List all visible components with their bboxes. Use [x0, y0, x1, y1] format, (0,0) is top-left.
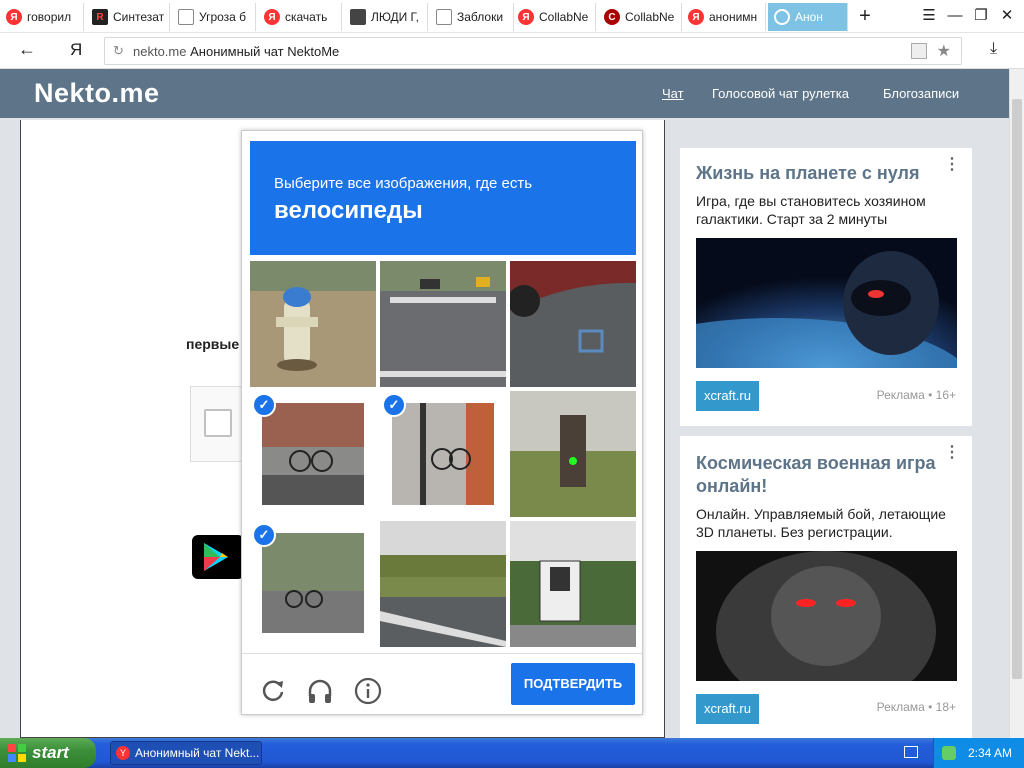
browser-tab[interactable]: R Синтезат [86, 3, 170, 31]
collabnet-icon: C [604, 9, 620, 25]
system-tray: 2:34 AM [933, 738, 1024, 768]
url-domain: nekto.me [133, 44, 187, 59]
captcha-tile-3[interactable] [510, 261, 636, 387]
ad-meta: Реклама • 18+ [876, 700, 956, 714]
taskbar-task-label: Анонимный чат Nekt... [135, 746, 260, 760]
taskbar-task-browser[interactable]: Y Анонимный чат Nekt... [110, 741, 262, 765]
address-bar-row: ← Я ↻ nekto.me Анонимный чат NektoMe ★ ⤓ [0, 33, 1024, 69]
captcha-tile-1[interactable] [250, 261, 376, 387]
document-icon [436, 9, 452, 25]
confirm-button[interactable]: ПОДТВЕРДИТЬ [511, 663, 635, 705]
network-tray-icon[interactable] [942, 746, 956, 760]
reload-icon[interactable]: ↻ [113, 43, 124, 59]
nav-link-voice-chat[interactable]: Голосовой чат рулетка [712, 86, 849, 101]
ad-image-astronaut[interactable] [696, 238, 957, 368]
info-icon[interactable] [353, 676, 383, 706]
tile-image [510, 261, 636, 387]
nav-link-blog[interactable]: Блогозаписи [883, 86, 959, 101]
reload-icon[interactable] [258, 676, 288, 706]
browser-tab[interactable]: Яанонимн [682, 3, 766, 31]
selected-checkmark-icon: ✓ [252, 393, 276, 417]
url-field[interactable]: ↻ nekto.me Анонимный чат NektoMe ★ [104, 37, 962, 65]
nav-link-chat[interactable]: Чат [662, 86, 684, 101]
audio-headphones-icon[interactable] [305, 676, 335, 706]
download-icon[interactable]: ⤓ [990, 40, 997, 58]
browser-tab[interactable]: Угроза б [172, 3, 256, 31]
yandex-icon: Я [264, 9, 280, 25]
restore-icon[interactable]: ❐ [970, 6, 992, 26]
selected-checkmark-icon: ✓ [382, 393, 406, 417]
document-icon [178, 9, 194, 25]
recaptcha-checkbox[interactable] [204, 409, 232, 437]
browser-tab[interactable]: Я CollabNe [512, 3, 596, 31]
captcha-tile-6[interactable] [510, 391, 636, 517]
yandex-icon: Я [6, 9, 22, 25]
ad-meta: Реклама • 16+ [876, 388, 956, 402]
google-play-badge[interactable] [192, 535, 244, 579]
browser-tab[interactable]: C CollabNe [598, 3, 682, 31]
windows-taskbar: start Y Анонимный чат Nekt... 2:34 AM [0, 738, 1024, 768]
start-button[interactable]: start [0, 738, 96, 768]
ad-button[interactable]: xcraft.ru [696, 694, 759, 724]
clock[interactable]: 2:34 AM [968, 746, 1012, 760]
menu-icon[interactable]: ☰ [918, 6, 940, 26]
ad-card[interactable]: ⋮ Космическая военная игра онлайн! Онлай… [680, 436, 972, 738]
browser-tab[interactable]: ЛЮДИ Г, [344, 3, 428, 31]
captcha-target-object: велосипеды [274, 197, 423, 224]
tile-image [250, 261, 376, 387]
rs-icon: R [92, 9, 108, 25]
scrollbar-thumb[interactable] [1012, 99, 1022, 679]
new-tab-button[interactable]: + [854, 6, 876, 26]
people-icon [350, 9, 366, 25]
browser-tab[interactable]: Яскачать [258, 3, 342, 31]
ad-text: Онлайн. Управляемый бой, летающие 3D пла… [696, 506, 946, 540]
background-text: первые [186, 336, 240, 352]
keyboard-tray-icon[interactable] [904, 746, 918, 758]
captcha-header: Выберите все изображения, где есть велос… [250, 141, 636, 255]
scrollbar[interactable] [1009, 69, 1024, 738]
browser-tab-active[interactable]: Анон [768, 3, 848, 31]
browser-tab[interactable]: Яговорил [0, 3, 84, 31]
ad-menu-icon[interactable]: ⋮ [944, 154, 960, 174]
ad-title[interactable]: Космическая военная игра онлайн! [696, 452, 962, 498]
captcha-tile-7[interactable]: ✓ [250, 521, 376, 647]
start-label: start [32, 743, 69, 762]
captcha-tile-8[interactable] [380, 521, 506, 647]
yandex-icon: Я [688, 9, 704, 25]
ad-card[interactable]: ⋮ Жизнь на планете с нуля Игра, где вы с… [680, 148, 972, 426]
captcha-challenge: Выберите все изображения, где есть велос… [241, 130, 643, 715]
tile-image [510, 391, 636, 517]
bookmark-star-icon[interactable]: ★ [937, 41, 951, 61]
ad-image-space-marine[interactable] [696, 551, 957, 681]
google-play-icon [204, 543, 228, 571]
reader-icon[interactable] [911, 43, 927, 59]
browser-tab-bar: Яговорил R Синтезат Угроза б Яскачать ЛЮД… [0, 0, 1024, 33]
tile-image [380, 521, 506, 647]
captcha-divider [242, 653, 642, 654]
ad-text: Игра, где вы становитесь хозяином галакт… [696, 193, 926, 227]
yandex-browser-icon: Y [116, 746, 130, 760]
minimize-icon[interactable]: — [944, 6, 966, 26]
windows-logo-icon [8, 744, 26, 762]
yandex-logo-icon[interactable]: Я [70, 40, 82, 60]
captcha-tile-9[interactable] [510, 521, 636, 647]
nekto-icon [774, 9, 790, 25]
ad-button[interactable]: xcraft.ru [696, 381, 759, 411]
captcha-tile-4[interactable]: ✓ [250, 391, 376, 517]
url-title: Анонимный чат NektoMe [190, 44, 340, 59]
captcha-tile-5[interactable]: ✓ [380, 391, 506, 517]
site-logo[interactable]: Nekto.me [34, 78, 160, 109]
tile-image [510, 521, 636, 647]
yandex-icon: Я [518, 9, 534, 25]
close-icon[interactable]: ✕ [996, 6, 1018, 26]
selected-checkmark-icon: ✓ [252, 523, 276, 547]
captcha-tile-2[interactable] [380, 261, 506, 387]
captcha-instruction: Выберите все изображения, где есть [274, 175, 533, 192]
site-header: Nekto.me Чат Голосовой чат рулетка Блого… [0, 69, 1024, 118]
recaptcha-widget [190, 386, 245, 462]
browser-tab[interactable]: Заблоки [430, 3, 514, 31]
ad-title[interactable]: Жизнь на планете с нуля [696, 162, 920, 185]
tile-image [380, 261, 506, 387]
back-arrow-icon[interactable]: ← [18, 39, 36, 60]
